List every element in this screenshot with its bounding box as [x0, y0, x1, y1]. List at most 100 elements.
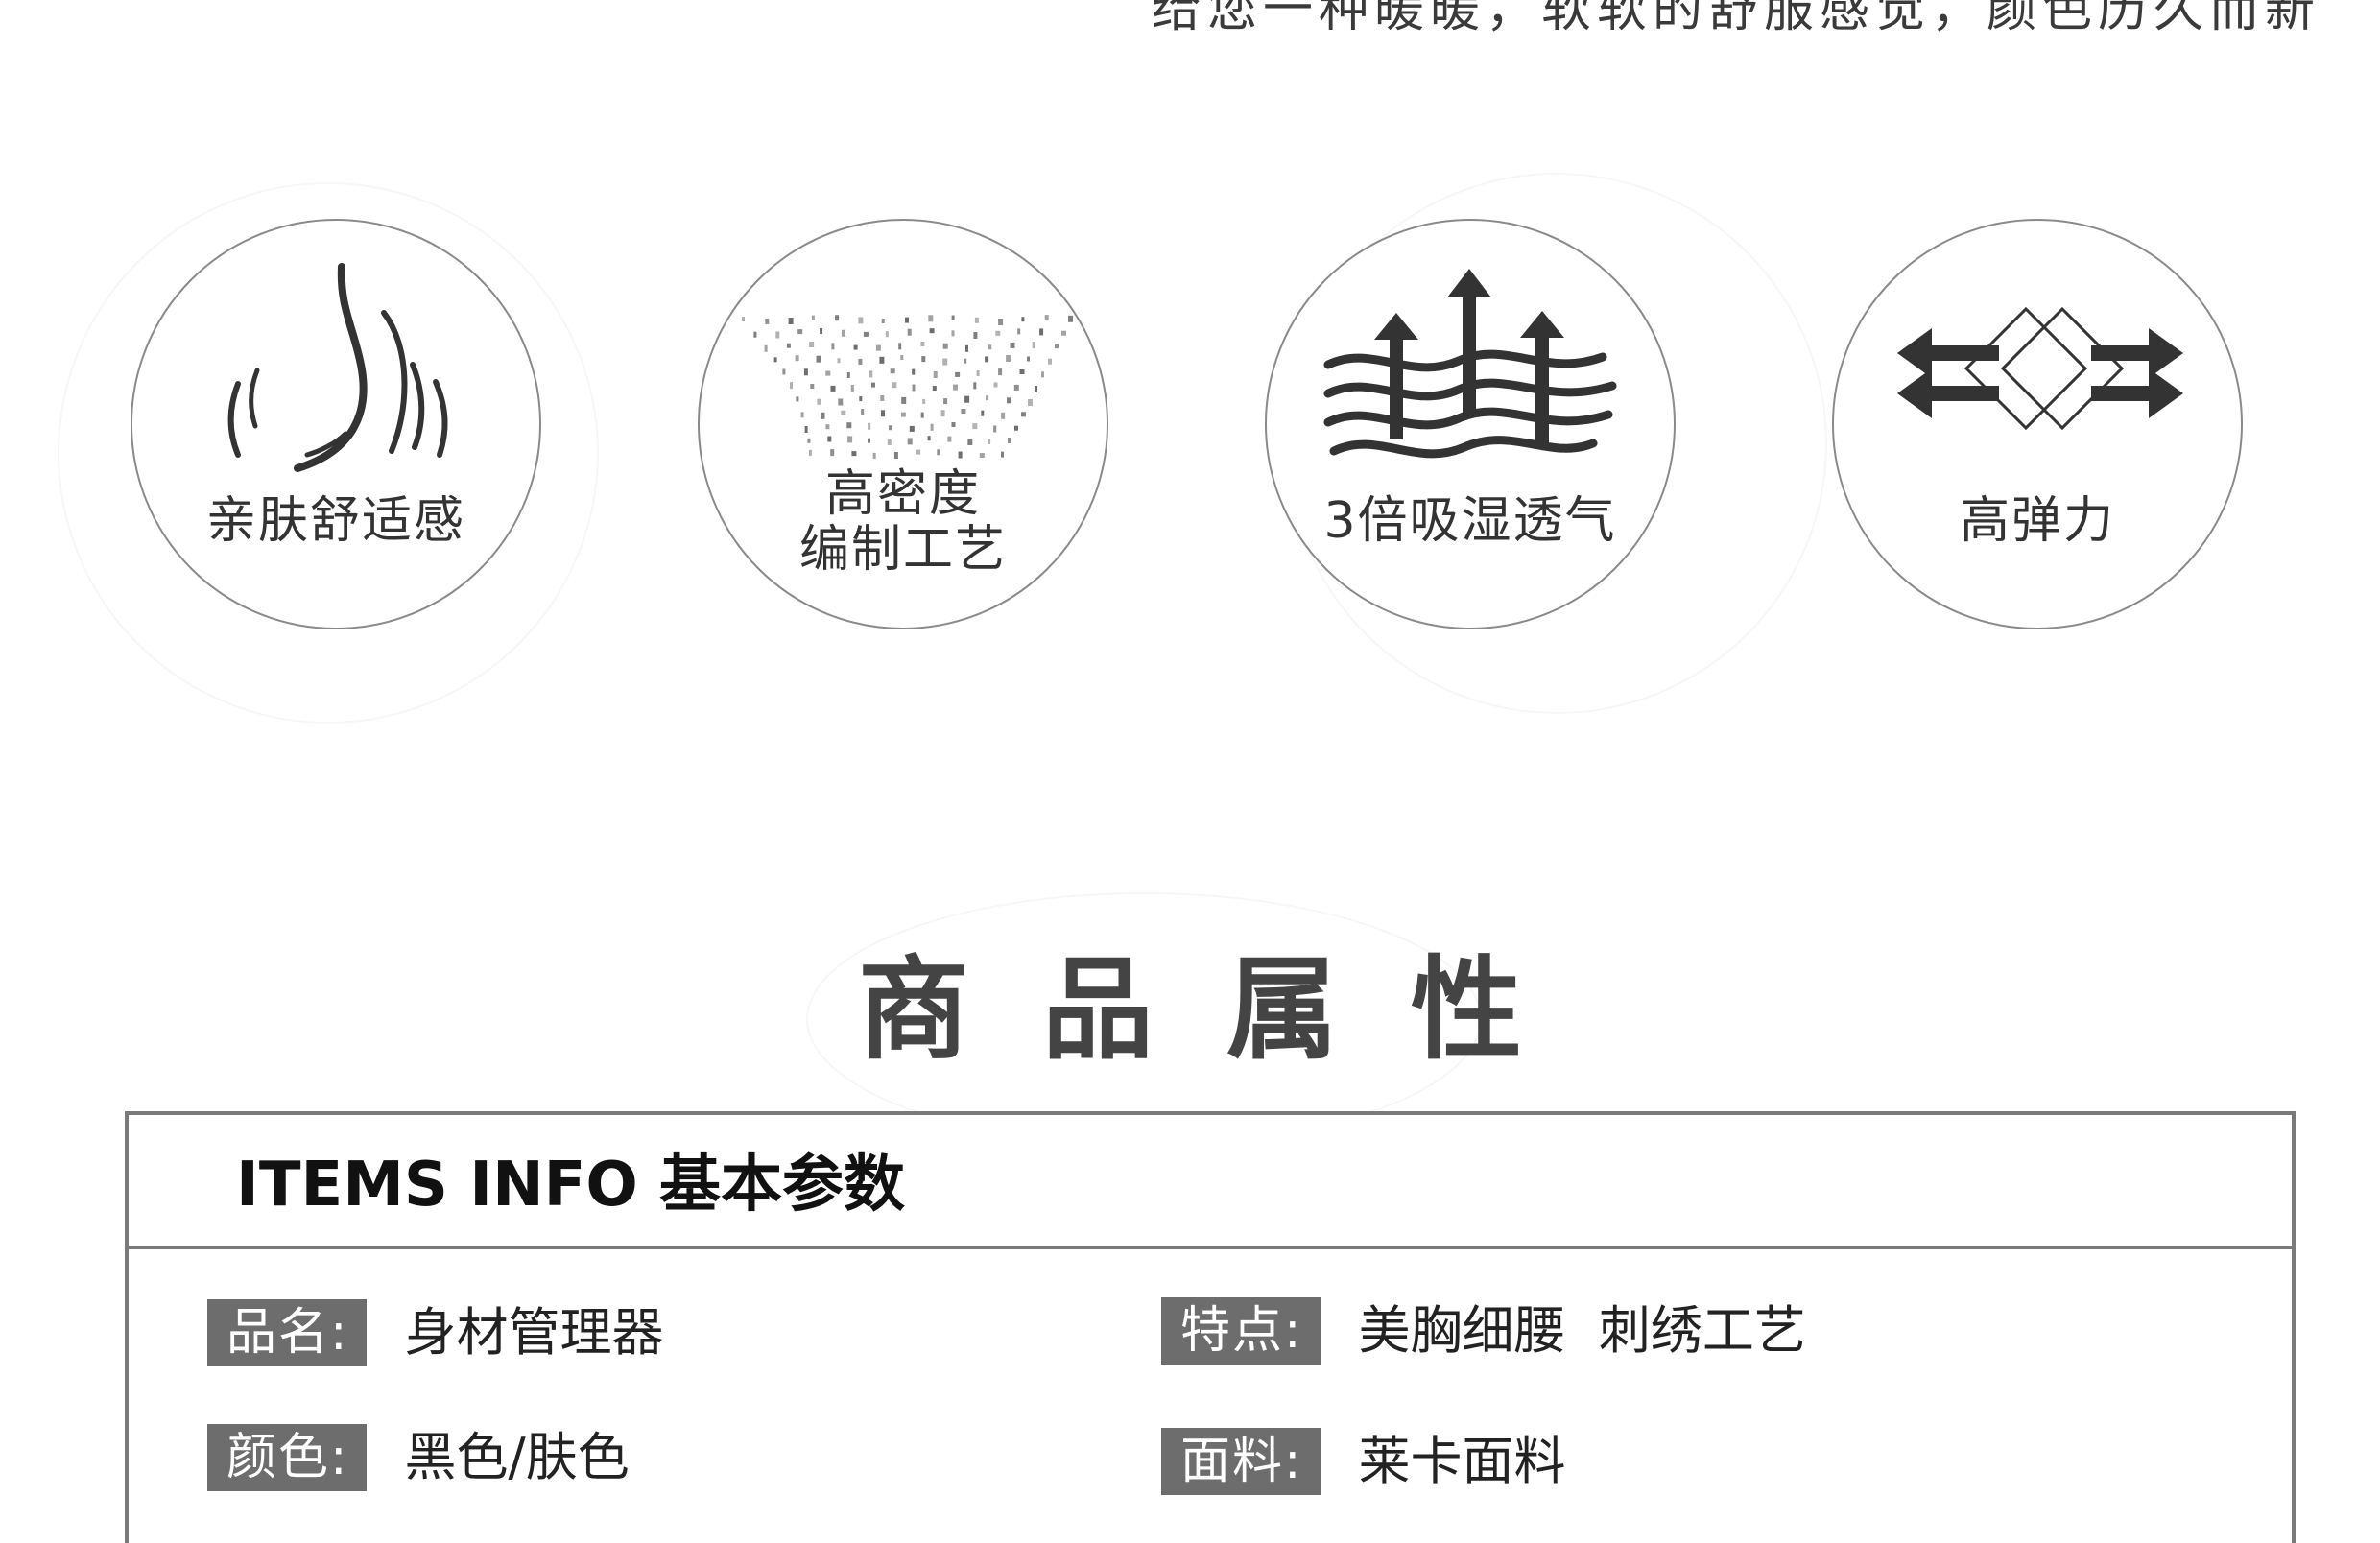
weave-dot [953, 384, 958, 391]
weave-dot [810, 384, 815, 389]
weave-dot [998, 368, 1003, 376]
skin-waves-icon [227, 263, 448, 472]
weave-dot [1027, 356, 1030, 362]
weave-dot [893, 452, 898, 459]
weave-dot [1017, 328, 1021, 335]
tagline: 给您一种暖暖，软软的舒服感觉，颜色历久而新 [1151, 0, 2320, 38]
weave-dot [1021, 317, 1025, 322]
weave-dot [1055, 344, 1059, 349]
weave-dot [912, 368, 916, 375]
weave-dot [827, 436, 832, 442]
weave-dot [831, 343, 835, 350]
weave-dot [958, 451, 963, 459]
section-title: 商品属性 [858, 945, 1595, 1075]
weave-dot [961, 409, 966, 414]
weave-dot [943, 398, 948, 405]
weave-dot [900, 355, 904, 360]
weave-dot [869, 370, 873, 378]
weave-dot [859, 396, 863, 402]
weave-dot [841, 410, 846, 415]
weave-dot [920, 412, 924, 418]
weave-dot [965, 344, 968, 352]
weave-dot [825, 370, 831, 376]
weave-dot [995, 330, 1001, 336]
weave-dot [809, 449, 812, 456]
weave-dot [803, 368, 808, 376]
attribute-value: 莱卡面料 [1358, 1431, 1566, 1491]
weave-dot [1039, 328, 1044, 336]
feature-label: 高弹力 [1834, 493, 2241, 549]
weave-dot [905, 317, 909, 323]
weave-dot [973, 332, 978, 339]
weave-dot [800, 412, 804, 418]
weave-dot [782, 368, 786, 375]
weave-dot [858, 358, 863, 365]
weave-dot [947, 436, 952, 442]
weave-dot [951, 422, 956, 427]
weave-dot [928, 315, 934, 322]
attribute-value: 美胸细腰 刺绣工艺 [1358, 1300, 1806, 1361]
weave-dot [879, 356, 885, 364]
weave-dot [993, 425, 997, 433]
weave-dot [1028, 399, 1033, 406]
weave-dot [930, 423, 934, 431]
attribute-color: 颜色: 黑色/肤色 [207, 1424, 630, 1491]
weave-dot [838, 398, 844, 406]
weave-dot [816, 355, 821, 363]
weave-dot [1006, 355, 1012, 362]
weave-dot [850, 385, 854, 392]
weave-dot [830, 385, 836, 392]
weave-dot [1008, 438, 1012, 443]
weave-dot [985, 356, 989, 363]
weave-dot [774, 357, 777, 363]
weave-dot [835, 315, 840, 321]
weave-dot [974, 317, 979, 323]
weave-dot [817, 398, 821, 405]
weave-dot [1035, 386, 1037, 392]
weave-dot [825, 424, 830, 430]
weave-dot [942, 358, 948, 366]
weave-dot [863, 331, 869, 337]
weave-dot [922, 398, 926, 404]
weave-dot [775, 331, 780, 339]
feature-skin-comfort: 亲肤舒适感 [131, 219, 541, 629]
weave-dot [765, 318, 770, 324]
weave-dot [981, 410, 985, 416]
weave-dot [887, 439, 892, 445]
feature-label-line: 3倍吸湿透气 [1323, 492, 1617, 550]
items-info-table: ITEMS INFO 基本参数 品名: 身材管理器 特点: 美胸细腰 刺绣工艺 … [125, 1111, 2296, 1543]
weave-dot [955, 371, 961, 377]
attribute-key: 面料: [1161, 1428, 1321, 1495]
weave-dot [868, 422, 871, 430]
weave-dot [1021, 412, 1026, 417]
weave-dot [853, 344, 858, 350]
weave-dot [858, 317, 864, 324]
weave-dot [933, 371, 938, 378]
weave-dot [988, 439, 991, 444]
weave-dot [868, 438, 870, 443]
feature-label: 亲肤舒适感 [132, 493, 539, 549]
weave-dot [797, 329, 803, 335]
weave-dot [1014, 425, 1018, 431]
weave-dot [1032, 342, 1035, 349]
weave-dot [1068, 315, 1073, 322]
weave-dot [872, 452, 876, 459]
weave-dot [742, 317, 745, 321]
weave-dot [912, 384, 916, 392]
weave-dot [890, 368, 895, 374]
feature-dense-weave: 高密度 编制工艺 [698, 219, 1108, 629]
weave-dot [964, 358, 967, 364]
weave-dot [871, 382, 875, 388]
weave-dot [790, 382, 793, 390]
weave-dot [753, 331, 757, 338]
weave-dot [861, 409, 865, 415]
attribute-value: 黑色/肤色 [404, 1427, 630, 1487]
weave-dot [951, 315, 955, 320]
weave-dot [998, 319, 1004, 325]
weave-dot [951, 330, 955, 337]
weave-dot [820, 328, 823, 334]
moisture-arrows-icon [1323, 269, 1617, 459]
weave-dot [932, 386, 937, 391]
attribute-value: 身材管理器 [404, 1302, 664, 1363]
weave-dot [846, 422, 852, 429]
